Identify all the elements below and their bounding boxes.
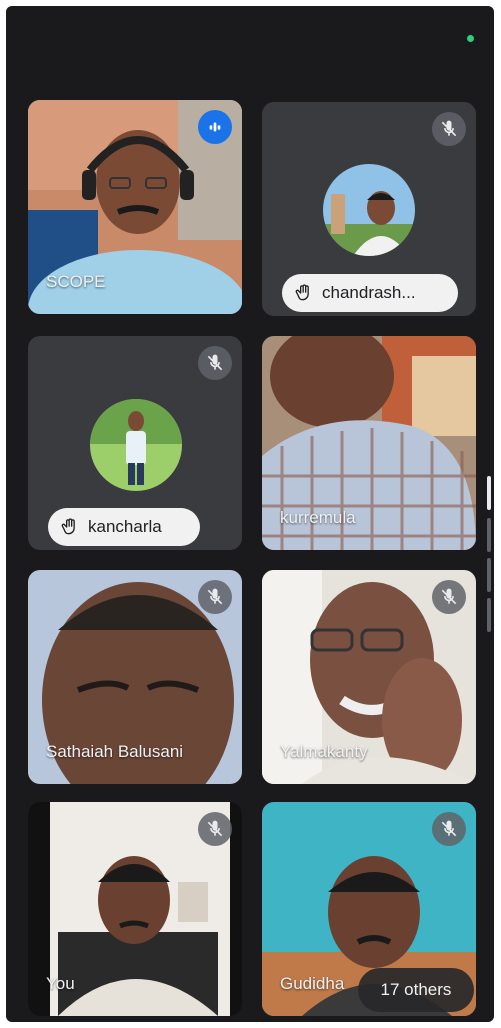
participant-tile-scope[interactable]: SCOPE — [28, 100, 242, 314]
mic-off-icon — [198, 812, 232, 846]
raised-hand-name-pill: chandrash... — [282, 274, 458, 312]
avatar — [90, 399, 182, 491]
participant-tile-kancharla[interactable]: kancharla — [28, 336, 242, 550]
participant-name: chandrash... — [322, 283, 416, 302]
others-button[interactable]: 17 others — [358, 968, 474, 1012]
scrollbar-track — [487, 598, 491, 632]
mic-off-icon — [432, 112, 466, 146]
meeting-screen: SCOPE chandrash... kancharla kurremula S… — [6, 6, 494, 1022]
participant-tile-you[interactable]: You — [28, 802, 242, 1016]
participant-tile-kurremula[interactable]: kurremula — [262, 336, 476, 550]
participant-name: Gudidha — [280, 974, 345, 993]
scrollbar-track — [487, 518, 491, 552]
participant-tile-yalmakanty[interactable]: Yalmakanty — [262, 570, 476, 784]
raised-hand-name-pill: kancharla — [48, 508, 200, 546]
scrollbar-track — [487, 558, 491, 592]
participant-name: Yalmakanty — [280, 742, 368, 761]
raise-hand-icon — [295, 284, 309, 301]
participant-tile-sathaiah-balusani[interactable]: Sathaiah Balusani — [28, 570, 242, 784]
participant-name: SCOPE — [46, 272, 106, 291]
mic-off-icon — [198, 580, 232, 614]
participant-tile-chandrash[interactable]: chandrash... — [262, 102, 476, 316]
mic-off-icon — [198, 346, 232, 380]
mic-off-icon — [432, 812, 466, 846]
others-label: 17 others — [380, 980, 452, 999]
avatar — [323, 164, 415, 256]
participant-name: kurremula — [280, 508, 356, 527]
participant-name: kancharla — [88, 517, 162, 536]
scrollbar-thumb[interactable] — [487, 476, 491, 510]
speaking-indicator-icon — [198, 110, 232, 144]
raise-hand-icon — [61, 518, 75, 535]
participant-name: You — [46, 974, 75, 993]
mic-off-icon — [432, 580, 466, 614]
status-dot — [467, 35, 474, 42]
participant-name: Sathaiah Balusani — [46, 742, 184, 761]
